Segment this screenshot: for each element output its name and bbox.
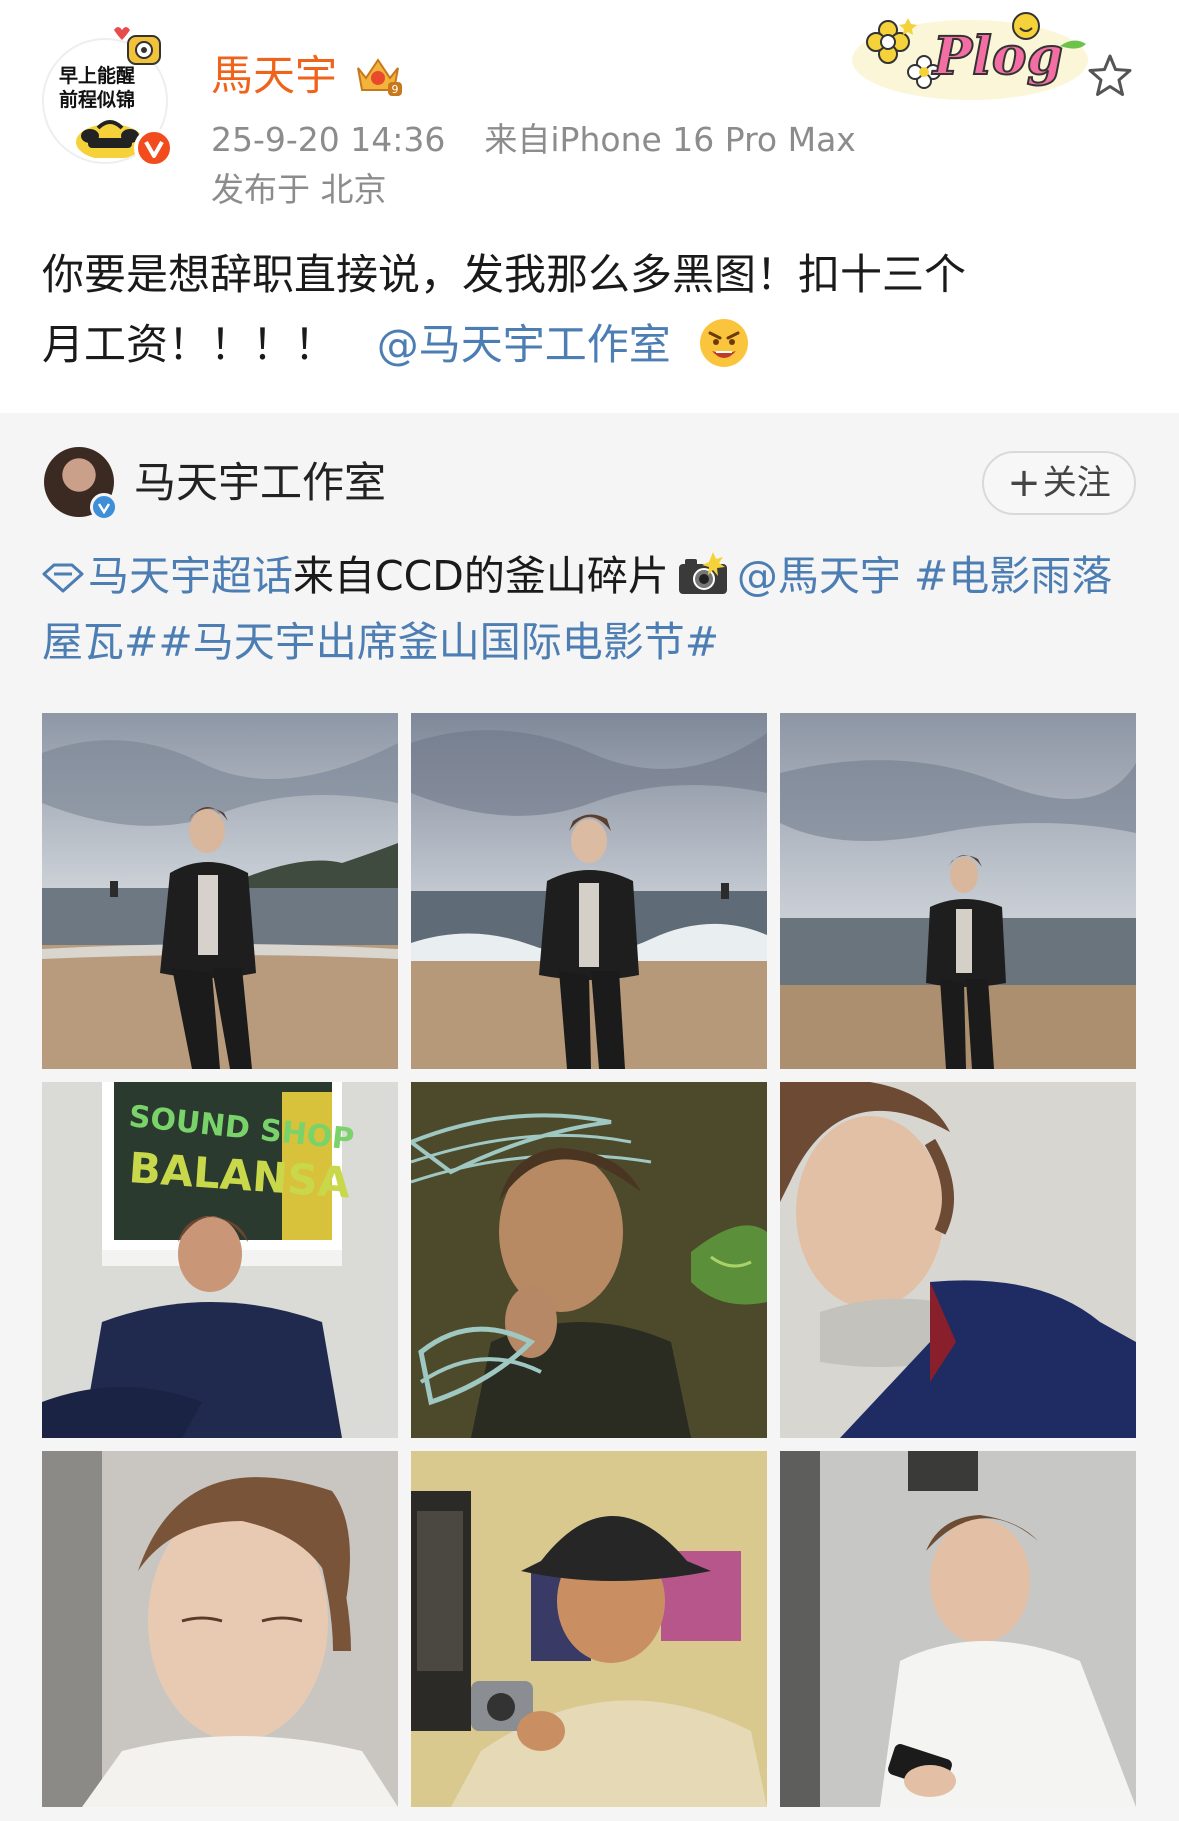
plog-sticker-icon: Plog bbox=[852, 12, 1088, 100]
hashtag-link-2[interactable]: #马天宇出席釜山国际电影节# bbox=[158, 618, 719, 666]
supertopic-diamond-icon bbox=[42, 563, 84, 593]
photo-6[interactable] bbox=[780, 1082, 1136, 1438]
svg-text:9: 9 bbox=[392, 83, 399, 96]
photo-7[interactable] bbox=[42, 1451, 398, 1807]
photo-3-image bbox=[780, 713, 1136, 1069]
photo-4-image: SOUND SHOP BALANSA bbox=[42, 1082, 398, 1438]
post-header: 早上能醒 前程似锦 馬天宇 9 25-9-20 14:36 来自iPhone 1… bbox=[0, 0, 1179, 210]
photo-5-image bbox=[411, 1082, 767, 1438]
mention-link[interactable]: @马天宇工作室 bbox=[377, 320, 671, 369]
verified-badge-icon bbox=[134, 128, 174, 168]
photo-6-image bbox=[780, 1082, 1136, 1438]
post-body: 你要是想辞职直接说，发我那么多黑图！扣十三个 月工资！！！！ @马天宇工作室 bbox=[42, 240, 1142, 380]
post-location: 发布于 北京 bbox=[211, 170, 387, 209]
photo-4[interactable]: SOUND SHOP BALANSA bbox=[42, 1082, 398, 1438]
angry-face-emoji-icon bbox=[700, 319, 749, 367]
photo-1[interactable] bbox=[42, 713, 398, 1069]
repost-body: 马天宇超话来自CCD的釜山碎片 @馬天宇 #电影雨落屋瓦##马天宇出席釜山国际电… bbox=[42, 543, 1142, 675]
crown-badge-icon[interactable]: 9 bbox=[352, 52, 404, 100]
photo-7-image bbox=[42, 1451, 398, 1807]
repost-plain-text: 来自CCD的釜山碎片 bbox=[293, 552, 669, 600]
photo-1-image bbox=[42, 713, 398, 1069]
post-source: 来自iPhone 16 Pro Max bbox=[484, 120, 856, 159]
repost-card[interactable]: 马天宇工作室 + 关注 马天宇超话来自CCD的釜山碎片 @馬天宇 #电影雨落屋瓦… bbox=[0, 413, 1179, 1821]
plus-icon: + bbox=[1007, 460, 1041, 506]
follow-label: 关注 bbox=[1042, 463, 1111, 503]
repost-author-avatar[interactable] bbox=[44, 447, 118, 521]
follow-button[interactable]: + 关注 bbox=[982, 451, 1136, 515]
post-text-line2-text: 月工资！！！！ bbox=[42, 320, 337, 369]
post-meta: 25-9-20 14:36 来自iPhone 16 Pro Max bbox=[211, 118, 856, 162]
plog-sticker-text: Plog bbox=[931, 26, 1063, 87]
author-name[interactable]: 馬天宇 bbox=[211, 48, 337, 104]
photo-9-image bbox=[780, 1451, 1136, 1807]
photo-8[interactable] bbox=[411, 1451, 767, 1807]
repost-mention-link[interactable]: @馬天宇 bbox=[737, 552, 901, 600]
post-time: 25-9-20 14:36 bbox=[211, 120, 446, 159]
photo-grid: SOUND SHOP BALANSA bbox=[42, 713, 1137, 1813]
post-text-line1: 你要是想辞职直接说，发我那么多黑图！扣十三个 bbox=[42, 250, 967, 299]
camera-flash-emoji-icon bbox=[678, 552, 727, 594]
photo-8-image bbox=[411, 1451, 767, 1807]
robot-sticker-icon bbox=[114, 27, 161, 65]
repost-author-name[interactable]: 马天宇工作室 bbox=[134, 457, 386, 509]
photo-5[interactable] bbox=[411, 1082, 767, 1438]
photo-2[interactable] bbox=[411, 713, 767, 1069]
author-avatar[interactable]: 早上能醒 前程似锦 bbox=[42, 27, 174, 168]
star-outline-icon[interactable] bbox=[1086, 52, 1134, 100]
post-text-line2: 月工资！！！！ @马天宇工作室 bbox=[42, 310, 1142, 380]
photo-9[interactable] bbox=[780, 1451, 1136, 1807]
supertopic-link[interactable]: 马天宇超话 bbox=[88, 552, 293, 600]
photo-2-image bbox=[411, 713, 767, 1069]
photo-3[interactable] bbox=[780, 713, 1136, 1069]
blue-verified-badge-icon bbox=[90, 493, 118, 521]
